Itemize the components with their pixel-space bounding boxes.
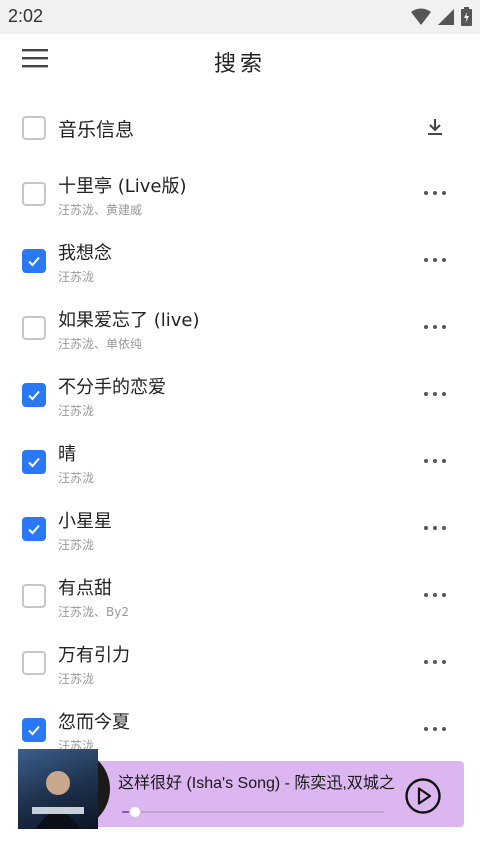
more-options-button[interactable] — [422, 718, 450, 738]
song-row[interactable]: 我想念 汪苏泷 — [0, 229, 480, 296]
song-checkbox[interactable] — [22, 316, 46, 340]
download-icon — [424, 119, 446, 142]
more-icon — [422, 450, 448, 469]
song-title: 万有引力 — [58, 645, 130, 666]
song-artist: 汪苏泷、By2 — [58, 605, 129, 619]
album-cover[interactable] — [18, 749, 98, 829]
song-title: 不分手的恋爱 — [58, 377, 166, 398]
more-options-button[interactable] — [422, 182, 450, 202]
song-row[interactable]: 有点甜汪苏泷、By2 — [0, 564, 480, 631]
now-playing-title: 这样很好 (Isha's Song) - 陈奕迅,双城之战 — [118, 775, 396, 792]
song-checkbox[interactable] — [22, 517, 46, 541]
song-row[interactable]: 小星星 汪苏泷 — [0, 497, 480, 564]
song-title: 我想念 — [58, 243, 112, 264]
song-checkbox[interactable] — [22, 249, 46, 273]
more-icon — [422, 584, 448, 603]
play-button[interactable] — [404, 777, 442, 815]
song-checkbox[interactable] — [22, 718, 46, 742]
song-title: 十里亭 (Live版) — [58, 176, 187, 197]
status-bar: 2:02 — [0, 0, 480, 34]
song-row[interactable]: 万有引力 汪苏泷 — [0, 631, 480, 698]
more-icon — [422, 182, 448, 201]
more-icon — [422, 718, 448, 737]
progress-bar[interactable] — [122, 806, 384, 818]
wifi-icon — [411, 8, 431, 30]
song-artist: 汪苏泷、单依纯 — [58, 337, 143, 351]
status-icons — [411, 7, 472, 30]
song-artist: 汪苏泷 — [58, 672, 95, 686]
song-row[interactable]: 如果爱忘了 (live) 汪苏泷、单依纯 — [0, 296, 480, 363]
signal-icon — [437, 8, 455, 30]
app-bar: 搜索 — [0, 34, 480, 90]
song-title: 有点甜 — [58, 578, 112, 599]
song-list: 十里亭 (Live版) 汪苏泷、黄建威 我想念 汪苏泷 如果爱忘了 (live) 汪苏泷、… — [0, 162, 480, 765]
page-title: 搜索 — [213, 52, 266, 77]
header-label: 音乐信息 — [58, 119, 135, 141]
progress-thumb[interactable] — [129, 806, 142, 818]
song-title: 如果爱忘了 (live) — [58, 310, 200, 331]
song-checkbox[interactable] — [22, 383, 46, 407]
more-options-button[interactable] — [422, 316, 450, 336]
song-checkbox[interactable] — [22, 584, 46, 608]
song-row[interactable]: 晴汪苏泷 — [0, 430, 480, 497]
song-artist: 汪苏泷 — [58, 404, 95, 418]
song-row[interactable]: 十里亭 (Live版) 汪苏泷、黄建威 — [0, 162, 480, 229]
select-all-row: 音乐信息 — [0, 104, 480, 152]
more-icon — [422, 383, 448, 402]
more-icon — [422, 651, 448, 670]
download-button[interactable] — [424, 116, 448, 140]
more-icon — [422, 517, 448, 536]
status-time: 2:02 — [8, 6, 44, 26]
more-icon — [422, 249, 448, 268]
select-all-checkbox[interactable] — [22, 116, 46, 140]
play-icon — [404, 778, 442, 819]
song-title: 忽而今夏 — [58, 712, 130, 733]
mini-player[interactable]: 这样很好 (Isha's Song) - 陈奕迅,双城之战 — [18, 749, 464, 829]
more-options-button[interactable] — [422, 249, 450, 269]
song-artist: 汪苏泷、黄建威 — [58, 203, 143, 217]
more-options-button[interactable] — [422, 584, 450, 604]
song-artist: 汪苏泷 — [58, 270, 95, 284]
song-artist: 汪苏泷 — [58, 471, 95, 485]
more-icon — [422, 316, 448, 335]
song-artist: 汪苏泷 — [58, 538, 95, 552]
song-checkbox[interactable] — [22, 182, 46, 206]
song-title: 晴 — [58, 444, 76, 465]
song-row[interactable]: 不分手的恋爱 汪苏泷 — [0, 363, 480, 430]
more-options-button[interactable] — [422, 517, 450, 537]
song-checkbox[interactable] — [22, 651, 46, 675]
more-options-button[interactable] — [422, 383, 450, 403]
more-options-button[interactable] — [422, 651, 450, 671]
song-checkbox[interactable] — [22, 450, 46, 474]
battery-charging-icon — [461, 7, 472, 30]
more-options-button[interactable] — [422, 450, 450, 470]
song-title: 小星星 — [58, 511, 112, 532]
